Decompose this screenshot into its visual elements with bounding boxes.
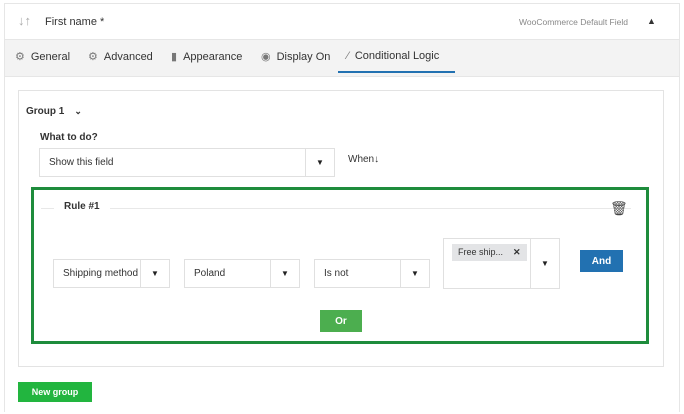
tab-label: Display On [276,50,331,63]
gears-icon: ⚙ [88,51,98,63]
trash-icon[interactable]: 🗑 [610,200,628,217]
rule-field-select[interactable]: Shipping method ▼ [53,259,170,288]
collapse-icon[interactable]: ▲ [647,16,656,26]
remove-tag-icon[interactable]: ✕ [513,247,521,258]
rule-operator-value: Is not [324,268,349,279]
group-title: Group 1 [26,106,65,117]
tab-label: Appearance [183,50,243,63]
sort-icon[interactable]: ↓↑ [18,13,31,28]
tab-label: Advanced [103,50,153,63]
group-toggle[interactable]: Group 1 ⌄ [26,106,82,117]
field-title: First name * [45,16,105,28]
tab-conditional-logic[interactable]: ⁄ Conditional Logic [347,50,439,62]
when-text: When [348,154,375,165]
magic-wand-icon: ⁄ [347,50,349,62]
tab-label: General [30,50,71,63]
field-header[interactable]: ↓↑ First name * WooCommerce Default Fiel… [5,4,679,40]
gear-icon: ⚙ [15,51,25,63]
rule-box: Rule #1 🗑 Shipping method ▼ Poland ▼ Is no… [31,187,649,344]
chevron-down-icon: ⌄ [74,106,82,116]
rule-operator-select[interactable]: Is not ▼ [314,259,430,288]
caret-down-icon: ▼ [270,260,299,287]
eye-icon: ◉ [261,51,271,63]
what-to-do-label: What to do? [40,132,98,143]
rule-multiselect[interactable]: Free ship... ✕ ▼ [443,238,560,289]
field-type: WooCommerce Default Field [519,17,628,27]
caret-down-icon: ▼ [400,260,429,287]
rule-value-select[interactable]: Poland ▼ [184,259,300,288]
arrow-down-icon: ↓ [374,154,380,165]
action-value: Show this field [49,157,114,168]
or-button[interactable]: Or [320,310,362,332]
action-select[interactable]: Show this field ▼ [39,148,335,177]
active-tab-indicator [338,71,455,73]
and-button[interactable]: And [580,250,623,272]
tag-label: Free ship... [458,247,504,257]
tab-advanced[interactable]: ⚙ Advanced [88,50,153,64]
new-group-button[interactable]: New group [18,382,92,402]
caret-down-icon: ▼ [305,149,334,176]
tab-general[interactable]: ⚙ General [15,50,71,64]
when-label: When↓ [348,154,379,165]
caret-down-icon: ▼ [140,260,169,287]
rule-value: Poland [194,268,226,279]
brush-icon: ▮ [171,51,178,63]
tab-label: Conditional Logic [354,50,440,62]
rule-title: Rule #1 [54,201,110,212]
rule-divider [41,208,631,209]
tab-display-on[interactable]: ◉ Display On [261,50,331,64]
rule-field-value: Shipping method [63,268,139,279]
caret-down-icon: ▼ [530,239,559,288]
tag-chip: Free ship... ✕ [452,244,527,261]
tab-appearance[interactable]: ▮ Appearance [171,50,243,64]
